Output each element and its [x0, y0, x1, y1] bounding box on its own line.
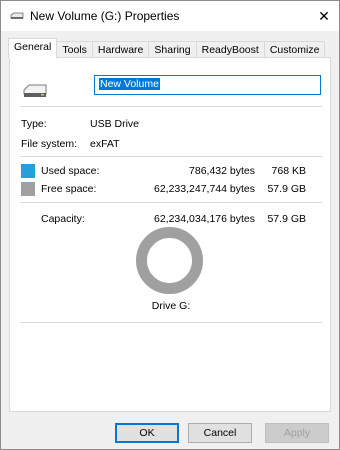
free-space-label: Free space: — [41, 183, 97, 195]
window-title: New Volume (G:) Properties — [30, 9, 180, 23]
free-space-size: 57.9 GB — [267, 183, 306, 195]
used-space-size: 768 KB — [271, 165, 306, 177]
usb-drive-icon — [23, 84, 47, 97]
tab-tools[interactable]: Tools — [56, 41, 93, 58]
volume-name-input[interactable]: New Volume — [94, 75, 321, 95]
cancel-button[interactable]: Cancel — [188, 423, 252, 443]
drive-label: Drive G: — [151, 300, 191, 312]
free-space-bytes: 62,233,247,744 bytes — [153, 183, 255, 195]
used-space-label: Used space: — [41, 165, 100, 177]
tab-readyboost[interactable]: ReadyBoost — [195, 41, 265, 58]
separator — [20, 322, 322, 323]
close-button[interactable]: ✕ — [309, 1, 339, 31]
tab-general[interactable]: General — [8, 38, 58, 58]
general-panel: New Volume Type: USB Drive File system: … — [9, 57, 331, 412]
free-space-swatch — [21, 182, 35, 196]
drive-icon — [10, 12, 24, 19]
file-system-label: File system: — [21, 138, 78, 150]
capacity-label: Capacity: — [41, 213, 85, 225]
used-space-swatch — [21, 164, 35, 178]
file-system-value: exFAT — [90, 138, 120, 150]
tab-hardware[interactable]: Hardware — [91, 41, 150, 58]
separator — [20, 106, 322, 107]
separator — [20, 156, 322, 157]
type-label: Type: — [21, 118, 47, 130]
capacity-bytes: 62,234,034,176 bytes — [153, 213, 255, 225]
type-value: USB Drive — [90, 118, 140, 130]
tab-strip: General Tools Hardware Sharing ReadyBoos… — [8, 38, 326, 58]
ok-button[interactable]: OK — [115, 423, 179, 443]
free-space-ring — [136, 227, 203, 294]
usage-donut-chart — [136, 227, 203, 294]
properties-window: New Volume (G:) Properties ✕ General Too… — [0, 0, 340, 450]
volume-name-selected-text: New Volume — [99, 78, 160, 90]
capacity-size: 57.9 GB — [267, 213, 306, 225]
separator — [20, 202, 322, 203]
tab-sharing[interactable]: Sharing — [148, 41, 197, 58]
apply-button[interactable]: Apply — [265, 423, 329, 443]
tab-customize[interactable]: Customize — [263, 41, 326, 58]
used-space-bytes: 786,432 bytes — [189, 165, 255, 177]
title-bar: New Volume (G:) Properties ✕ — [1, 1, 339, 31]
close-icon: ✕ — [318, 7, 330, 24]
